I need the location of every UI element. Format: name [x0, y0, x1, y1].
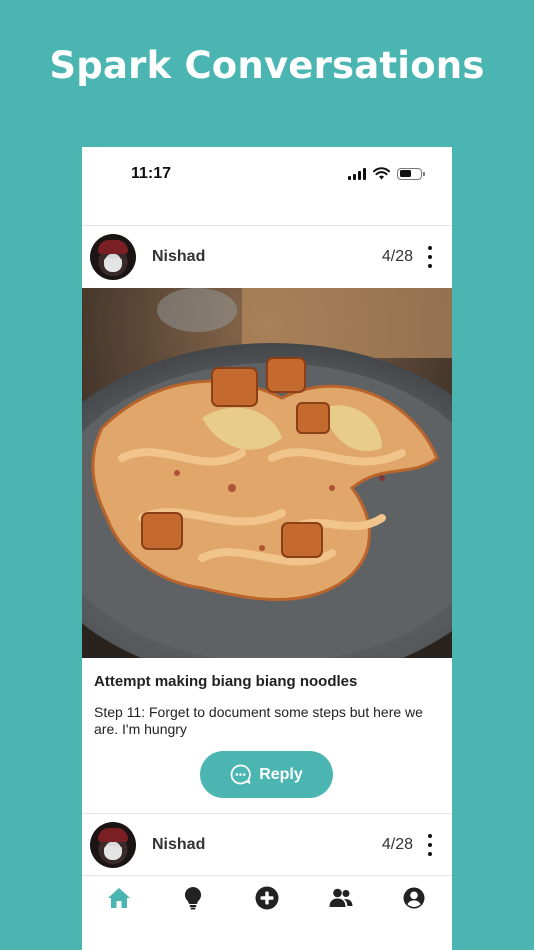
chat-bubble-icon: [230, 764, 252, 785]
reply-button[interactable]: Reply: [200, 751, 333, 798]
tab-ideas[interactable]: [173, 885, 213, 911]
wifi-icon: [373, 167, 390, 180]
post-body: Step 11: Forget to document some steps b…: [94, 704, 423, 737]
post-username[interactable]: Nishad: [152, 836, 205, 854]
more-options-icon[interactable]: [422, 834, 438, 856]
battery-icon: [397, 167, 425, 180]
cellular-signal-icon: [348, 167, 366, 180]
reply-label: Reply: [259, 765, 303, 783]
people-icon: [329, 888, 353, 907]
status-bar: 11:17: [82, 147, 452, 207]
profile-icon: [403, 887, 425, 909]
post-header: Nishad 4/28: [82, 226, 452, 288]
home-icon: [108, 888, 130, 908]
tab-home[interactable]: [99, 885, 139, 911]
tab-profile[interactable]: [394, 885, 434, 911]
divider: [82, 875, 452, 876]
tab-friends[interactable]: [321, 885, 361, 911]
add-circle-icon: [255, 886, 279, 910]
phone-screen: 11:17 Nishad 4/28 Attempt making biang b…: [82, 147, 452, 950]
noodle-dish-image: [82, 288, 452, 658]
tab-bar: [82, 875, 452, 950]
post-title: Attempt making biang biang noodles: [94, 673, 358, 690]
post-header: Nishad 4/28: [82, 814, 452, 876]
status-icons: [348, 167, 425, 180]
post-username[interactable]: Nishad: [152, 248, 205, 266]
lightbulb-icon: [184, 886, 202, 910]
post-date: 4/28: [381, 836, 413, 853]
avatar[interactable]: [90, 822, 136, 868]
status-time: 11:17: [131, 165, 172, 182]
post-image[interactable]: [82, 288, 452, 658]
more-options-icon[interactable]: [422, 246, 438, 268]
avatar[interactable]: [90, 234, 136, 280]
tab-create[interactable]: [247, 885, 287, 911]
post-date: 4/28: [381, 248, 413, 265]
headline: Spark Conversations: [49, 44, 485, 87]
